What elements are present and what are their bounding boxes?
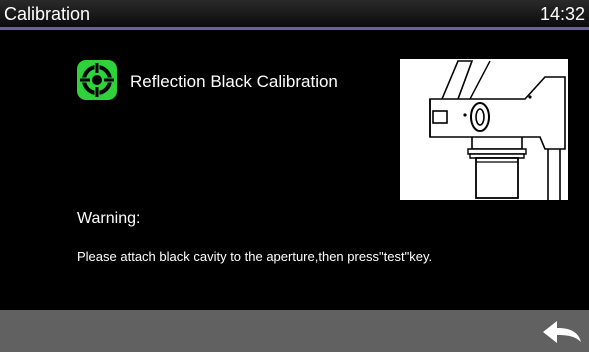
back-arrow-icon[interactable] xyxy=(541,318,583,346)
calibration-panel: Reflection Black Calibration Warning: Pl… xyxy=(0,33,589,310)
clock: 14:32 xyxy=(539,4,585,24)
bottom-bar xyxy=(0,310,589,352)
instrument-aperture-illustration xyxy=(400,59,568,200)
window-title: Calibration xyxy=(4,4,91,24)
calibration-target-icon xyxy=(77,60,117,100)
calibration-title: Reflection Black Calibration xyxy=(130,72,338,91)
warning-label: Warning: xyxy=(77,210,141,227)
title-bar: Calibration 14:32 xyxy=(0,0,589,30)
warning-message: Please attach black cavity to the apertu… xyxy=(77,249,433,264)
